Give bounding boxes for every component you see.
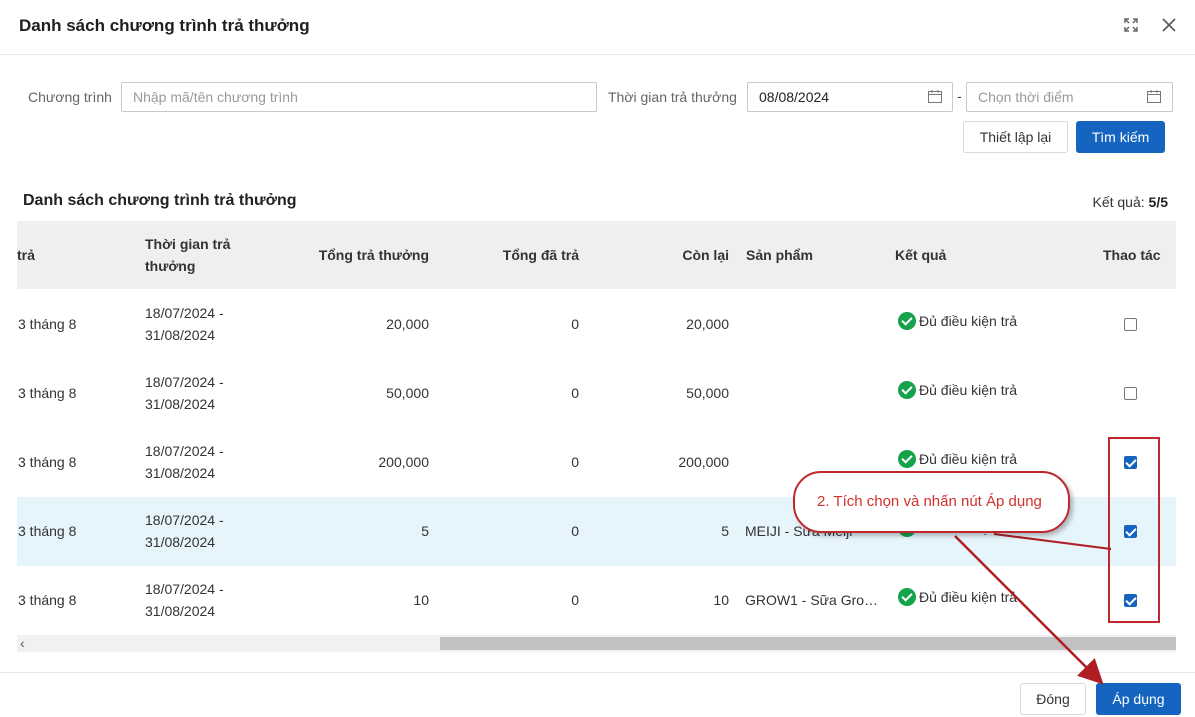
- dialog-title: Danh sách chương trình trả thưởng: [19, 16, 310, 35]
- check-circle-icon: [898, 588, 916, 606]
- result-value: 5/5: [1148, 194, 1168, 210]
- check-circle-icon: [898, 381, 916, 399]
- row-result: Đủ điều kiện trả: [919, 313, 1018, 329]
- row-time-to: 31/08/2024: [145, 465, 216, 481]
- row-program: 3 tháng 8: [18, 385, 77, 401]
- row-total: 200,000: [378, 454, 429, 470]
- program-search-input[interactable]: Nhập mã/tên chương trình: [121, 82, 597, 112]
- col-result: Kết quả: [895, 247, 947, 263]
- table-row: 3 tháng 8 18/07/2024 - 31/08/2024 10 0 10…: [17, 566, 1176, 636]
- row-time: 18/07/2024 - 31/08/2024: [145, 509, 224, 553]
- date-from-input[interactable]: 08/08/2024: [747, 82, 953, 112]
- table-row: 3 tháng 8 18/07/2024 -31/08/2024 20,000 …: [17, 290, 1176, 360]
- date-separator: -: [957, 88, 962, 104]
- date-to-input[interactable]: Chọn thời điểm: [966, 82, 1173, 112]
- row-remain: 10: [713, 592, 729, 608]
- row-checkbox[interactable]: [1124, 387, 1137, 400]
- row-result: Đủ điều kiện trả: [919, 382, 1018, 398]
- row-total: 10: [413, 592, 429, 608]
- row-time-from: 18/07/2024 -: [145, 305, 224, 321]
- row-total: 20,000: [386, 316, 429, 332]
- row-program: 3 tháng 8: [18, 316, 77, 332]
- list-title: Danh sách chương trình trả thưởng: [23, 192, 297, 209]
- date-to-placeholder: Chọn thời điểm: [978, 89, 1074, 105]
- footer-divider: [0, 672, 1195, 673]
- program-label: Chương trình: [28, 89, 112, 105]
- row-program: 3 tháng 8: [18, 523, 77, 539]
- col-time-line1: Thời gian trả: [145, 236, 231, 252]
- row-time-from: 18/07/2024 -: [145, 443, 224, 459]
- row-checkbox[interactable]: [1124, 318, 1137, 331]
- row-time-to: 31/08/2024: [145, 327, 216, 343]
- annotation-text: 2. Tích chọn và nhấn nút Áp dụng: [817, 493, 1042, 510]
- col-remain: Còn lại: [682, 247, 729, 263]
- row-program: 3 tháng 8: [18, 592, 77, 608]
- row-remain: 200,000: [678, 454, 729, 470]
- col-time-line2: thưởng: [145, 258, 196, 274]
- row-total: 5: [421, 523, 429, 539]
- col-program: trả: [17, 247, 35, 263]
- close-button[interactable]: Đóng: [1020, 683, 1086, 715]
- col-total: Tổng trả thưởng: [318, 247, 429, 263]
- row-paid: 0: [571, 523, 579, 539]
- row-paid: 0: [571, 385, 579, 401]
- row-paid: 0: [571, 316, 579, 332]
- row-time-to: 31/08/2024: [145, 396, 216, 412]
- check-circle-icon: [898, 450, 916, 468]
- row-paid: 0: [571, 592, 579, 608]
- row-time: 18/07/2024 - 31/08/2024: [145, 578, 224, 622]
- expand-icon[interactable]: [1120, 14, 1142, 36]
- row-result: Đủ điều kiện trả: [919, 451, 1018, 467]
- row-time-to: 31/08/2024: [145, 603, 216, 619]
- scroll-left-icon[interactable]: ‹: [20, 635, 25, 652]
- row-result: Đủ điều kiện trả: [919, 589, 1018, 605]
- row-total: 50,000: [386, 385, 429, 401]
- col-actions: Thao tác: [1103, 247, 1161, 263]
- date-from-value: 08/08/2024: [759, 89, 830, 105]
- apply-button[interactable]: Áp dụng: [1096, 683, 1181, 715]
- annotation-callout: 2. Tích chọn và nhấn nút Áp dụng: [793, 471, 1070, 533]
- annotation-highlight-box: [1108, 437, 1160, 623]
- row-time-from: 18/07/2024 -: [145, 581, 224, 597]
- close-icon[interactable]: [1158, 14, 1180, 36]
- row-remain: 20,000: [686, 316, 729, 332]
- search-button[interactable]: Tìm kiếm: [1076, 121, 1165, 153]
- row-program: 3 tháng 8: [18, 454, 77, 470]
- calendar-icon[interactable]: [928, 90, 942, 103]
- row-remain: 50,000: [686, 385, 729, 401]
- row-time-to: 31/08/2024: [145, 534, 216, 550]
- col-product: Sản phẩm: [746, 247, 813, 263]
- scrollbar-thumb[interactable]: [440, 637, 1176, 650]
- row-product: GROW1 - Sữa Gro…: [745, 592, 879, 608]
- table-row: 3 tháng 8 18/07/2024 -31/08/2024 50,000 …: [17, 359, 1176, 429]
- row-paid: 0: [571, 454, 579, 470]
- row-remain: 5: [721, 523, 729, 539]
- col-paid: Tổng đã trả: [502, 247, 579, 263]
- result-label: Kết quả:: [1092, 194, 1145, 210]
- dialog-header: Danh sách chương trình trả thưởng: [0, 0, 1195, 55]
- row-time: 18/07/2024 - 31/08/2024: [145, 440, 224, 484]
- row-time: 18/07/2024 - 31/08/2024: [145, 371, 224, 415]
- col-time: Thời gian trả thưởng: [145, 233, 230, 277]
- calendar-icon[interactable]: [1147, 90, 1161, 103]
- row-time-from: 18/07/2024 -: [145, 512, 224, 528]
- reset-button[interactable]: Thiết lập lại: [963, 121, 1068, 153]
- horizontal-scrollbar[interactable]: ‹: [17, 635, 1176, 652]
- row-time: 18/07/2024 - 31/08/2024: [145, 302, 224, 346]
- time-label: Thời gian trả thưởng: [608, 89, 737, 105]
- row-time-from: 18/07/2024 -: [145, 374, 224, 390]
- check-circle-icon: [898, 312, 916, 330]
- result-count: Kết quả: 5/5: [1092, 194, 1168, 210]
- table-header: trả Thời gian trả thưởng Tổng trả thưởng…: [17, 221, 1176, 289]
